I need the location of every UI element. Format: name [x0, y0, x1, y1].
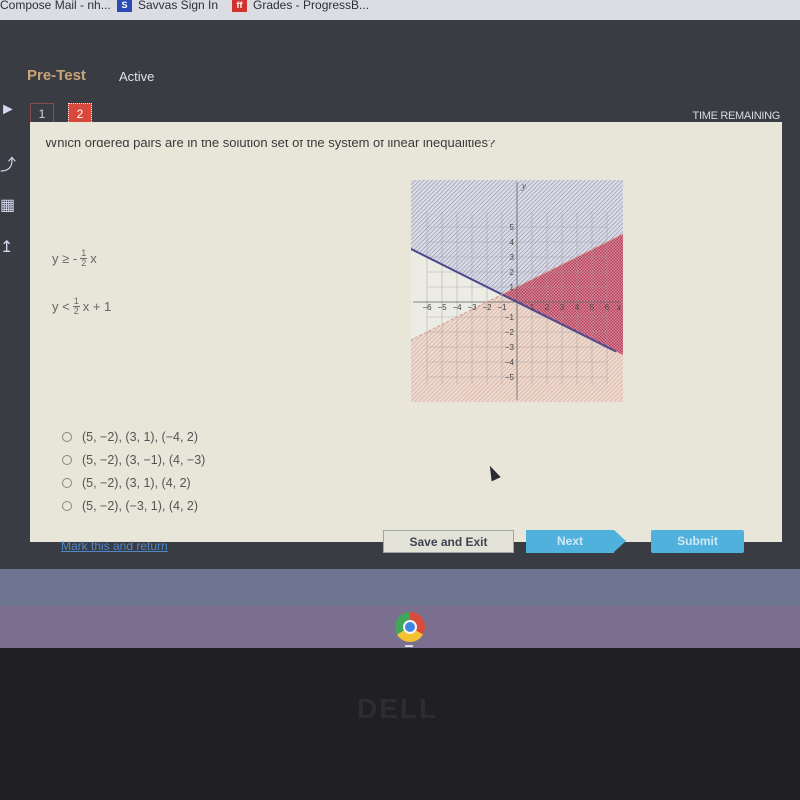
inequality-1: y ≥ - 1 2 x — [52, 249, 97, 268]
pencil-icon[interactable]: ↥ — [0, 237, 13, 257]
option-label: (5, −2), (−3, 1), (4, 2) — [82, 498, 199, 513]
y-tick-label: 4 — [510, 238, 515, 247]
fraction-denominator: 2 — [81, 258, 87, 268]
y-tick-label: −3 — [505, 343, 515, 352]
x-tick-label: −4 — [452, 303, 462, 312]
bookmark-label: Compose Mail - nh... — [0, 0, 111, 12]
bookmark-savvas[interactable]: S Savvas Sign In — [117, 0, 218, 12]
radio-button[interactable] — [62, 477, 72, 488]
chrome-icon[interactable] — [395, 612, 425, 642]
submit-button[interactable]: Submit — [651, 530, 744, 553]
inequality-graph: −6 −5 −4 −3 −2 −1 1 2 3 4 5 6 5 4 3 2 1 −1 −2 −3 −4 −5 x y — [411, 180, 623, 402]
next-button[interactable]: Next — [526, 530, 614, 553]
inequality-2: y < 1 2 x + 1 — [52, 297, 111, 316]
x-axis-label: x — [616, 302, 621, 312]
y-tick-label: 2 — [510, 268, 515, 277]
y-tick-label: −1 — [505, 313, 515, 322]
x-tick-label: 2 — [545, 303, 550, 312]
option-label: (5, −2), (3, 1), (−4, 2) — [82, 429, 199, 444]
savvas-icon: S — [117, 0, 132, 12]
y-tick-label: −5 — [505, 373, 515, 382]
question-prompt: Which ordered pairs are in the solution … — [45, 140, 496, 150]
x-tick-label: −1 — [497, 303, 507, 312]
desktop-background — [0, 569, 800, 605]
timer-label: TIME REMAINING — [692, 110, 781, 122]
option-label: (5, −2), (3, −1), (4, −3) — [82, 452, 206, 467]
y-tick-label: 1 — [510, 283, 515, 292]
answer-options: (5, −2), (3, 1), (−4, 2) (5, −2), (3, −1… — [62, 425, 205, 517]
mark-and-return-link[interactable]: Mark this and return — [61, 539, 168, 553]
y-tick-label: −2 — [505, 328, 515, 337]
radio-button[interactable] — [62, 454, 72, 465]
next-button-arrow[interactable] — [614, 530, 626, 552]
y-axis-label: y — [521, 181, 526, 191]
x-tick-label: 1 — [530, 303, 535, 312]
x-tick-label: −2 — [482, 303, 492, 312]
bookmarks-bar: Compose Mail - nh... S Savvas Sign In ff… — [0, 0, 800, 23]
arrow-icon[interactable]: ► — [0, 101, 16, 119]
x-tick-label: 6 — [605, 303, 610, 312]
answer-option[interactable]: (5, −2), (3, −1), (4, −3) — [62, 448, 205, 471]
progressbook-icon: ff — [232, 0, 247, 12]
save-and-exit-button[interactable]: Save and Exit — [383, 530, 514, 553]
inequality-rhs: x — [90, 251, 97, 266]
calculator-icon[interactable]: ▦ — [0, 195, 15, 215]
x-tick-label: −3 — [467, 303, 477, 312]
x-tick-label: 3 — [560, 303, 565, 312]
y-tick-label: 3 — [510, 253, 515, 262]
radio-button[interactable] — [62, 431, 72, 442]
active-app-indicator — [405, 645, 413, 647]
bookmark-progressbook[interactable]: ff Grades - ProgressB... — [232, 0, 369, 12]
inequality-lhs: y ≥ - — [52, 251, 78, 266]
x-tick-label: 5 — [590, 303, 595, 312]
inequality-lhs: y < — [52, 299, 70, 314]
x-tick-label: −5 — [437, 303, 447, 312]
option-label: (5, −2), (3, 1), (4, 2) — [82, 475, 191, 490]
bookmark-label: Savvas Sign In — [138, 0, 219, 12]
radio-button[interactable] — [62, 500, 72, 511]
bookmark-compose-mail[interactable]: Compose Mail - nh... — [0, 0, 111, 12]
answer-option[interactable]: (5, −2), (3, 1), (4, 2) — [62, 471, 205, 494]
inequality-rhs: x + 1 — [82, 299, 112, 314]
fraction: 1 2 — [72, 297, 80, 316]
headphones-icon[interactable]: ⤴ — [0, 151, 16, 175]
dell-logo: DELL — [357, 693, 439, 724]
page-title: Pre-Test — [27, 67, 86, 84]
y-tick-label: 5 — [510, 223, 515, 232]
answer-option[interactable]: (5, −2), (−3, 1), (4, 2) — [62, 494, 205, 517]
x-tick-label: 4 — [575, 303, 580, 312]
fraction: 1 2 — [80, 249, 88, 268]
x-tick-label: −6 — [422, 303, 432, 312]
status-label: Active — [119, 69, 155, 84]
fraction-denominator: 2 — [73, 306, 79, 316]
bookmark-label: Grades - ProgressB... — [253, 0, 370, 12]
y-tick-label: −4 — [505, 358, 515, 367]
answer-option[interactable]: (5, −2), (3, 1), (−4, 2) — [62, 425, 205, 448]
